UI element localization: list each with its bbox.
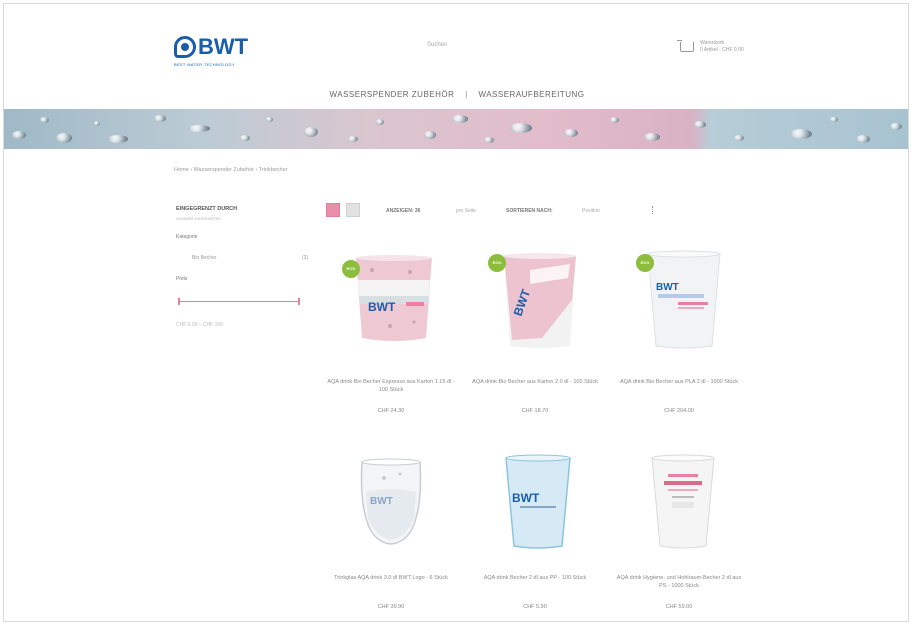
- per-page-select[interactable]: ANZEIGEN: 36: [386, 208, 420, 214]
- filter-option-bio-becher[interactable]: Bio Becher: [192, 255, 216, 261]
- product-card[interactable]: BWT AQA drink Becher 2 dl aus PP - 100 S…: [470, 452, 600, 621]
- price-slider-max-handle[interactable]: [298, 298, 300, 305]
- nav-separator: |: [465, 90, 468, 99]
- list-view-toggle[interactable]: [346, 203, 360, 217]
- bwt-drop-icon: [174, 36, 196, 58]
- product-name[interactable]: AQA drink Becher 2 dl aus PP - 100 Stück: [470, 574, 600, 582]
- cart-icon: [677, 40, 694, 52]
- water-drops-banner: [4, 109, 908, 149]
- product-image[interactable]: BWT: [350, 252, 438, 344]
- per-page-suffix: pro Seite: [456, 208, 477, 214]
- cart-summary: 0 Artikel · CHF 0.00: [700, 47, 744, 53]
- product-name[interactable]: AQA drink Bio Becher aus Karton 2.0 dl -…: [470, 378, 600, 386]
- product-name[interactable]: AQA drink Bio Becher Espresso aus Karton…: [326, 378, 456, 394]
- logo-tagline: BEST WATER TECHNOLOGY: [174, 62, 235, 67]
- filter-group-category: Kategorie: [176, 234, 198, 240]
- product-card[interactable]: AQA drink Hygiene- und Hohlraum-Becher 2…: [614, 452, 744, 621]
- search-input[interactable]: Suchen: [427, 42, 577, 54]
- breadcrumb[interactable]: Home › Wasserspender Zubehör › Trinkbech…: [174, 167, 288, 173]
- svg-text:BWT: BWT: [656, 282, 679, 293]
- product-price: CHF 18.70: [521, 408, 549, 414]
- product-name[interactable]: Trinkglas AQA drink 3.0 dl BWT Logo - 6 …: [326, 574, 456, 582]
- grid-view-toggle[interactable]: [326, 203, 340, 217]
- product-name[interactable]: AQA drink Bio Becher aus PLA 2 dl - 1000…: [614, 378, 744, 386]
- page-frame: BWT BEST WATER TECHNOLOGY Suchen Warenko…: [3, 3, 909, 622]
- cart-label: Warenkorb: [700, 40, 725, 46]
- cart-button[interactable]: Warenkorb 0 Artikel · CHF 0.00: [677, 40, 744, 54]
- sort-label: SORTIEREN NACH:: [506, 208, 553, 214]
- sort-select[interactable]: Position: [582, 208, 600, 214]
- product-name[interactable]: AQA drink Hygiene- und Hohlraum-Becher 2…: [614, 574, 744, 590]
- product-price: CHF 39.90: [377, 604, 405, 610]
- product-image[interactable]: [648, 454, 718, 550]
- bwt-logo[interactable]: BWT: [174, 36, 248, 58]
- svg-text:BWT: BWT: [512, 491, 540, 505]
- eco-badge-icon: ECO: [636, 254, 654, 272]
- product-price: CHF 204.00: [664, 408, 694, 414]
- product-card[interactable]: BWT ECO AQA drink Bio Becher Espresso au…: [326, 244, 456, 424]
- product-image[interactable]: BWT: [500, 250, 580, 350]
- filter-title: EINGEGRENZT DURCH: [176, 206, 238, 212]
- product-card[interactable]: BWT Trinkglas AQA drink 3.0 dl BWT Logo …: [326, 452, 456, 621]
- filter-group-price: Preis: [176, 276, 188, 282]
- product-price: CHF 5.90: [523, 604, 547, 610]
- nav-item-wasseraufbereitung[interactable]: WASSERAUFBEREITUNG: [478, 90, 584, 99]
- nav-item-wasserspender-zubehoer[interactable]: WASSERSPENDER ZUBEHÖR: [330, 90, 455, 99]
- product-price: CHF 59.00: [665, 604, 693, 610]
- main-nav: WASSERSPENDER ZUBEHÖR | WASSERAUFBEREITU…: [4, 90, 908, 99]
- logo-text: BWT: [198, 34, 249, 59]
- product-image[interactable]: BWT: [502, 454, 574, 550]
- price-range-text: CHF 0.00 – CHF 100: [176, 322, 223, 328]
- svg-text:BWT: BWT: [370, 496, 393, 507]
- eco-badge-icon: ECO: [342, 260, 360, 278]
- product-price: CHF 24.30: [377, 408, 405, 414]
- product-image[interactable]: BWT: [356, 458, 426, 548]
- price-slider-min-handle[interactable]: [178, 298, 180, 305]
- sort-direction-icon[interactable]: [652, 206, 654, 214]
- price-slider[interactable]: [178, 298, 300, 305]
- svg-text:BWT: BWT: [368, 300, 396, 314]
- product-card[interactable]: BWT ECO AQA drink Bio Becher aus PLA 2 d…: [614, 244, 744, 424]
- eco-badge-icon: ECO: [488, 254, 506, 272]
- product-image[interactable]: BWT: [644, 250, 724, 350]
- product-card[interactable]: BWT ECO AQA drink Bio Becher aus Karton …: [470, 244, 600, 424]
- reset-filter-link[interactable]: Auswahl zurücksetzen: [176, 216, 221, 221]
- filter-option-count: (3): [302, 255, 309, 261]
